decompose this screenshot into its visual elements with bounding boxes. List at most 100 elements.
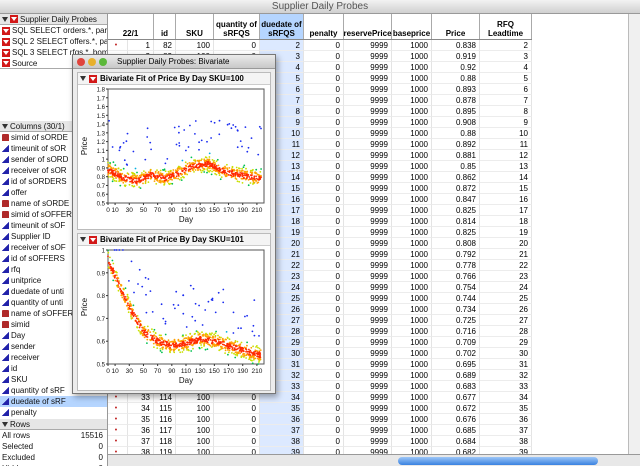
cell[interactable]: 9999 bbox=[344, 51, 392, 62]
cell[interactable]: 1000 bbox=[392, 381, 432, 392]
red-triangle-menu-icon[interactable] bbox=[89, 235, 97, 244]
horizontal-scrollbar[interactable] bbox=[108, 454, 640, 466]
table-row[interactable]: • 37 118 100 0 38 0 9999 1000 0.684 38 bbox=[108, 436, 532, 447]
cell[interactable]: 1000 bbox=[392, 282, 432, 293]
cell[interactable]: 22 bbox=[480, 260, 532, 271]
bivariate-window-titlebar[interactable]: Supplier Daily Probes: Bivariate bbox=[73, 55, 275, 69]
cell[interactable]: 0.695 bbox=[432, 359, 480, 370]
cell[interactable]: 0 bbox=[304, 359, 344, 370]
cell[interactable]: 1000 bbox=[392, 436, 432, 447]
cell[interactable]: 9999 bbox=[344, 425, 392, 436]
cell[interactable]: 16 bbox=[480, 194, 532, 205]
cell[interactable]: 1000 bbox=[392, 139, 432, 150]
cell[interactable]: 0 bbox=[304, 304, 344, 315]
scatter-plot-sku-101[interactable]: 0.50.60.70.80.910 10 30 50 70 90 110 130 150 170 1… bbox=[78, 246, 270, 390]
column-header[interactable]: RFQ Leadtime bbox=[480, 14, 532, 39]
cell[interactable]: 0 bbox=[304, 238, 344, 249]
minimize-button[interactable] bbox=[88, 58, 96, 66]
cell[interactable]: 0.895 bbox=[432, 106, 480, 117]
table-row[interactable]: • 1 82 100 0 2 0 9999 1000 0.838 2 bbox=[108, 40, 532, 51]
column-header[interactable]: SKU bbox=[176, 14, 214, 39]
cell[interactable]: 0 bbox=[304, 282, 344, 293]
cell[interactable]: 100 bbox=[176, 425, 214, 436]
disclosure-icon[interactable] bbox=[2, 16, 8, 22]
cell[interactable]: 1000 bbox=[392, 128, 432, 139]
cell[interactable]: 0.682 bbox=[432, 447, 480, 454]
cell[interactable]: 0.88 bbox=[432, 73, 480, 84]
cell[interactable]: 100 bbox=[176, 414, 214, 425]
cell[interactable]: 0 bbox=[304, 348, 344, 359]
cell[interactable]: 18 bbox=[480, 216, 532, 227]
cell[interactable]: 1000 bbox=[392, 194, 432, 205]
cell[interactable]: 33 bbox=[480, 381, 532, 392]
cell[interactable]: 0 bbox=[304, 128, 344, 139]
cell[interactable]: 0.908 bbox=[432, 117, 480, 128]
cell[interactable]: 34 bbox=[480, 392, 532, 403]
cell[interactable]: 3 bbox=[480, 51, 532, 62]
cell[interactable]: 9999 bbox=[344, 62, 392, 73]
cell[interactable]: 9999 bbox=[344, 348, 392, 359]
cell[interactable]: 0.677 bbox=[432, 392, 480, 403]
cell[interactable]: 0 bbox=[304, 447, 344, 454]
cell[interactable]: 115 bbox=[154, 403, 176, 414]
cell[interactable]: 9 bbox=[480, 117, 532, 128]
cell[interactable]: 0 bbox=[304, 194, 344, 205]
disclosure-icon[interactable] bbox=[2, 421, 8, 427]
cell[interactable]: 1000 bbox=[392, 326, 432, 337]
cell[interactable]: 0 bbox=[304, 370, 344, 381]
cell[interactable]: 0.872 bbox=[432, 183, 480, 194]
cell[interactable]: 9999 bbox=[344, 205, 392, 216]
cell[interactable]: 0.892 bbox=[432, 139, 480, 150]
column-item[interactable]: duedate of sRF bbox=[0, 396, 107, 407]
cell[interactable]: 0.672 bbox=[432, 403, 480, 414]
cell[interactable]: 9999 bbox=[344, 326, 392, 337]
cell[interactable]: 0.92 bbox=[432, 62, 480, 73]
cell[interactable]: 82 bbox=[154, 40, 176, 51]
report-header[interactable]: Bivariate Fit of Price By Day SKU=100 bbox=[78, 73, 270, 85]
cell[interactable]: 9999 bbox=[344, 304, 392, 315]
rows-panel-header[interactable]: Rows bbox=[0, 419, 107, 430]
cell[interactable]: 14 bbox=[480, 172, 532, 183]
cell[interactable]: 34 bbox=[128, 403, 154, 414]
cell[interactable]: 11 bbox=[480, 139, 532, 150]
cell[interactable]: 0 bbox=[304, 95, 344, 106]
cell[interactable]: 1000 bbox=[392, 172, 432, 183]
cell[interactable]: 100 bbox=[176, 436, 214, 447]
cell[interactable]: 0.893 bbox=[432, 84, 480, 95]
cell[interactable]: 5 bbox=[480, 73, 532, 84]
cell[interactable]: 1000 bbox=[392, 392, 432, 403]
cell[interactable]: 17 bbox=[480, 205, 532, 216]
cell[interactable]: 28 bbox=[480, 326, 532, 337]
cell[interactable]: 0 bbox=[304, 392, 344, 403]
disclosure-icon[interactable] bbox=[80, 237, 86, 242]
cell[interactable]: 0.825 bbox=[432, 227, 480, 238]
cell[interactable]: 9999 bbox=[344, 249, 392, 260]
cell[interactable]: 0 bbox=[214, 425, 260, 436]
report-header[interactable]: Bivariate Fit of Price By Day SKU=101 bbox=[78, 234, 270, 246]
cell[interactable]: 9999 bbox=[344, 315, 392, 326]
cell[interactable]: 0.716 bbox=[432, 326, 480, 337]
cell[interactable]: 0 bbox=[304, 227, 344, 238]
cell[interactable]: 1000 bbox=[392, 95, 432, 106]
cell[interactable]: 37 bbox=[128, 436, 154, 447]
cell[interactable]: 27 bbox=[480, 315, 532, 326]
cell[interactable]: 9999 bbox=[344, 260, 392, 271]
cell[interactable]: 9999 bbox=[344, 73, 392, 84]
cell[interactable]: 8 bbox=[480, 106, 532, 117]
cell[interactable]: 1000 bbox=[392, 106, 432, 117]
cell[interactable]: 0 bbox=[304, 436, 344, 447]
cell[interactable]: 0 bbox=[304, 161, 344, 172]
cell[interactable]: 1000 bbox=[392, 359, 432, 370]
cell[interactable]: 0 bbox=[304, 183, 344, 194]
cell[interactable]: 0.862 bbox=[432, 172, 480, 183]
cell[interactable]: 39 bbox=[260, 447, 304, 454]
cell[interactable]: 30 bbox=[480, 348, 532, 359]
cell[interactable]: 21 bbox=[480, 249, 532, 260]
column-header[interactable]: quantity of sRFQS bbox=[214, 14, 260, 39]
cell[interactable]: 0.881 bbox=[432, 150, 480, 161]
cell[interactable]: 20 bbox=[480, 238, 532, 249]
zoom-button[interactable] bbox=[99, 58, 107, 66]
cell[interactable]: 1000 bbox=[392, 40, 432, 51]
cell[interactable]: 9999 bbox=[344, 359, 392, 370]
cell[interactable]: 0 bbox=[304, 73, 344, 84]
